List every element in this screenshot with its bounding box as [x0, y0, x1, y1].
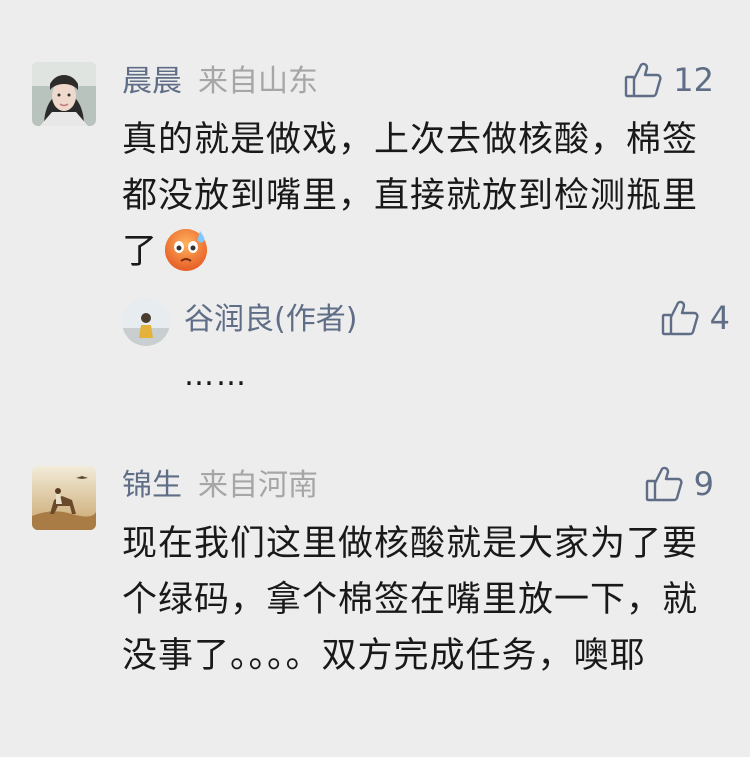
- thumbs-up-icon: [660, 298, 700, 338]
- comment-header: 晨晨 来自山东: [122, 62, 318, 102]
- like-button[interactable]: 4: [660, 298, 730, 338]
- comment-header: 锦生 来自河南: [122, 466, 318, 506]
- thumbs-up-icon: [623, 60, 663, 100]
- comment-text: 现在我们这里做核酸就是大家为了要个绿码，拿个棉签在嘴里放一下，就没事了。。。。双…: [122, 524, 699, 676]
- like-count: 4: [709, 299, 730, 337]
- comment-nickname[interactable]: 晨晨: [122, 62, 182, 102]
- like-count: 9: [693, 465, 714, 503]
- comment-text: 真的就是做戏，上次去做核酸，棉签都没放到嘴里，直接就放到检测瓶里了: [122, 120, 699, 273]
- like-count: 12: [673, 61, 714, 99]
- like-button[interactable]: 9: [644, 464, 714, 504]
- reply-nickname[interactable]: 谷润良(作者): [184, 300, 357, 340]
- comment-location: 来自山东: [198, 64, 318, 99]
- comment-location: 来自河南: [198, 468, 318, 503]
- reply-text: ……: [184, 358, 248, 393]
- like-button[interactable]: 12: [623, 60, 714, 100]
- avatar[interactable]: [122, 298, 170, 346]
- avatar[interactable]: [32, 62, 96, 126]
- comment-nickname[interactable]: 锦生: [122, 466, 182, 506]
- avatar[interactable]: [32, 466, 96, 530]
- thumbs-up-icon: [644, 464, 684, 504]
- sweat-emoji: [162, 225, 210, 273]
